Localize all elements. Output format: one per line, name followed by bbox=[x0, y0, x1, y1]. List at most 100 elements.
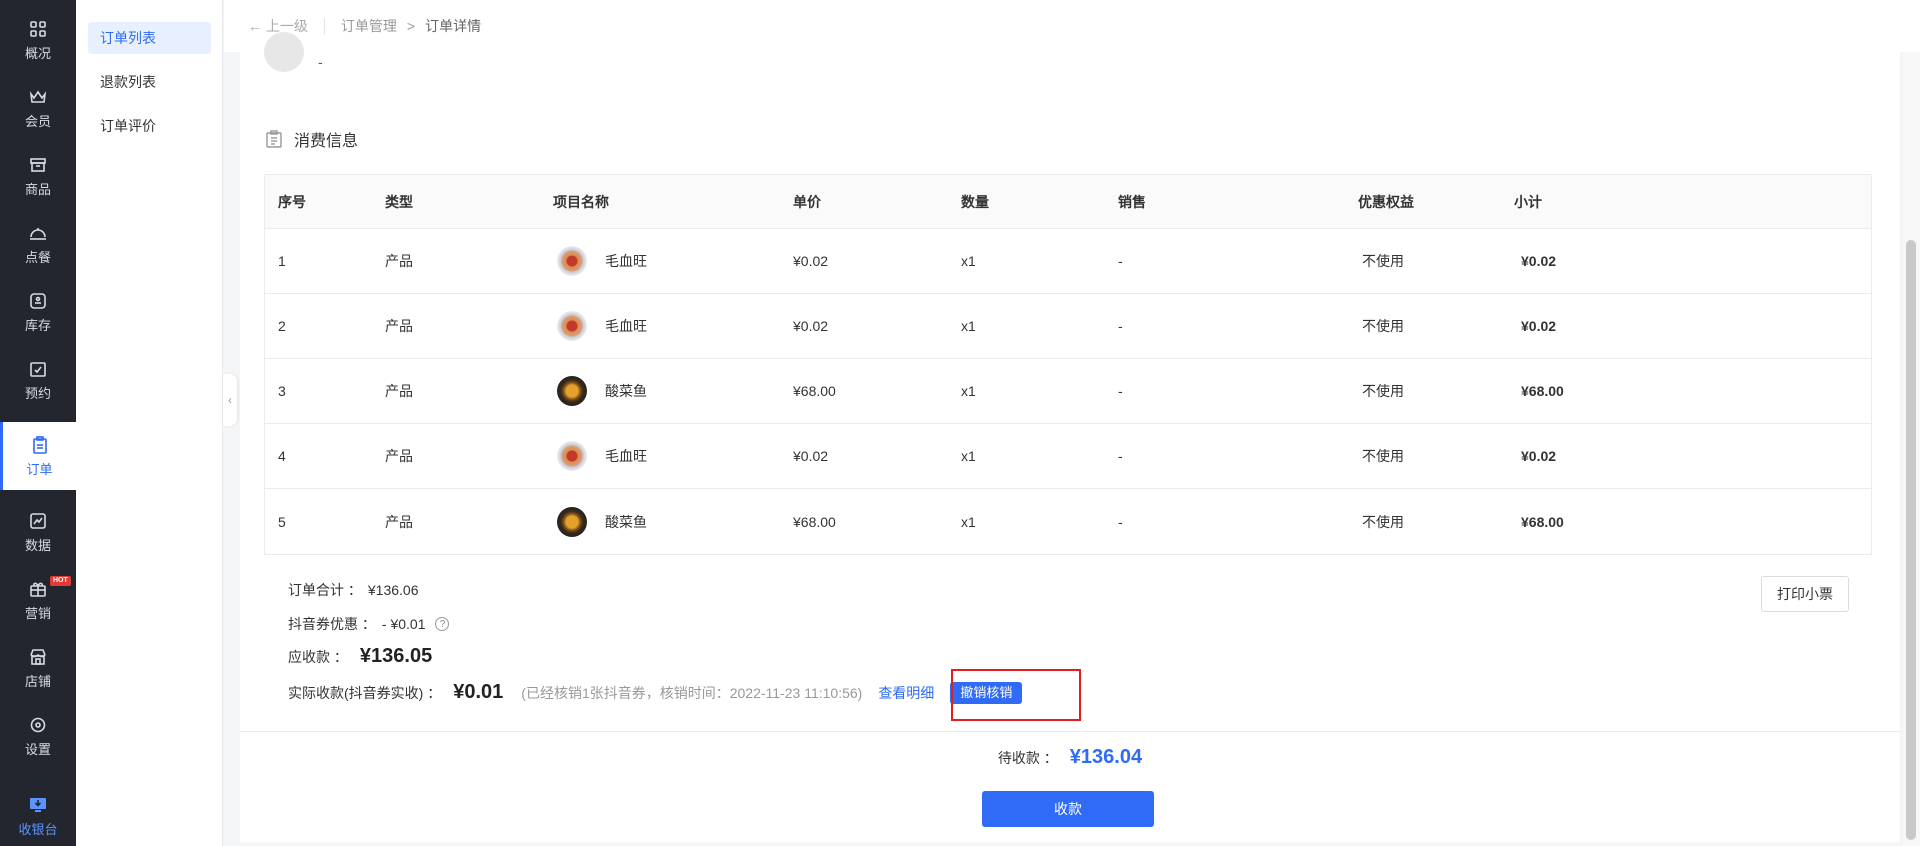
nav-label: 订单 bbox=[26, 461, 53, 477]
header-subtotal: 小计 bbox=[1514, 193, 1542, 210]
nav-item-settings[interactable]: 设置 bbox=[0, 702, 76, 770]
table-row: 1 产品 毛血旺 ¥0.02 x1 - 不使用 ¥0.02 bbox=[265, 229, 1871, 294]
header-qty: 数量 bbox=[961, 193, 989, 210]
nav-item-booking[interactable]: 预约 bbox=[0, 346, 76, 414]
cell-price: ¥68.00 bbox=[793, 383, 836, 399]
receivable-line: 应收款 ： ¥136.05 bbox=[288, 645, 432, 668]
nav-label: 收银台 bbox=[18, 821, 58, 837]
help-icon[interactable]: ? bbox=[435, 617, 450, 631]
view-detail-link[interactable]: 查看明细 bbox=[878, 683, 934, 703]
cell-sales: - bbox=[1118, 253, 1123, 269]
nav-label: 店铺 bbox=[24, 673, 51, 689]
dish-name: 毛血旺 bbox=[605, 448, 647, 464]
header-benefit: 优惠权益 bbox=[1358, 193, 1414, 210]
dish-name: 毛血旺 bbox=[605, 253, 647, 269]
nav-label: 设置 bbox=[24, 741, 51, 757]
collapse-sidebar-button[interactable]: ‹ bbox=[223, 374, 237, 426]
cell-benefit: 不使用 bbox=[1362, 513, 1404, 530]
receivable-value: ¥136.05 bbox=[359, 645, 433, 667]
cell-subtotal: ¥0.02 bbox=[1521, 318, 1557, 334]
nav-label: 数据 bbox=[24, 537, 51, 553]
cell-no: 2 bbox=[278, 318, 286, 334]
order-total-line: 订单合计 ： ¥136.06 bbox=[288, 580, 419, 600]
cell-name: 毛血旺 bbox=[553, 246, 793, 276]
douyin-discount-line: 抖音券优惠 ： - ¥0.01 ? bbox=[288, 614, 450, 634]
nav-label: 点餐 bbox=[24, 249, 51, 265]
pending-label: 待收款 ： bbox=[997, 749, 1058, 766]
nav-item-cashier[interactable]: 收银台 bbox=[0, 782, 76, 846]
header-name: 项目名称 bbox=[553, 193, 609, 210]
table-header: 序号 类型 项目名称 单价 数量 销售 优惠权益 小计 bbox=[265, 175, 1871, 229]
divider bbox=[240, 731, 1900, 732]
gift-icon bbox=[28, 579, 48, 599]
cell-sales: - bbox=[1118, 318, 1123, 334]
collect-payment-button[interactable]: 收款 bbox=[982, 791, 1154, 827]
dish-name: 酸菜鱼 bbox=[605, 383, 647, 399]
table-row: 2 产品 毛血旺 ¥0.02 x1 - 不使用 ¥0.02 bbox=[265, 294, 1871, 359]
header-sales: 销售 bbox=[1118, 193, 1146, 210]
cell-subtotal: ¥0.02 bbox=[1521, 448, 1557, 464]
cell-no: 3 bbox=[278, 383, 286, 399]
cell-qty: x1 bbox=[961, 253, 976, 269]
section-title: 消费信息 bbox=[266, 127, 358, 151]
crown-icon bbox=[28, 87, 48, 107]
shop-icon bbox=[28, 647, 48, 667]
chevron-left-icon: ‹ bbox=[228, 393, 232, 407]
chart-icon bbox=[28, 511, 48, 531]
cell-price: ¥0.02 bbox=[793, 253, 829, 269]
submenu-refund-list[interactable]: 退款列表 bbox=[88, 66, 211, 98]
submenu-order-review[interactable]: 订单评价 bbox=[88, 110, 211, 142]
calendar-check-icon bbox=[28, 359, 48, 379]
submenu-order-list[interactable]: 订单列表 bbox=[88, 22, 211, 54]
pending-amount-line: 待收款 ： ¥136.04 bbox=[240, 746, 1900, 769]
cell-benefit: 不使用 bbox=[1362, 318, 1404, 334]
cell-price: ¥0.02 bbox=[793, 448, 829, 464]
cell-no: 1 bbox=[278, 253, 286, 269]
dish-image bbox=[557, 441, 587, 471]
cell-type: 产品 bbox=[385, 318, 413, 334]
nav-item-inventory[interactable]: 库存 bbox=[0, 278, 76, 346]
breadcrumb-divider bbox=[323, 18, 325, 34]
cell-benefit: 不使用 bbox=[1362, 383, 1404, 399]
nav-item-overview[interactable]: 概况 bbox=[0, 6, 76, 74]
breadcrumb-parent[interactable]: 订单管理 bbox=[341, 16, 397, 36]
nav-item-ordering[interactable]: 点餐 bbox=[0, 210, 76, 278]
customer-name: - bbox=[318, 54, 323, 70]
avatar bbox=[264, 32, 304, 72]
hot-badge: HOT bbox=[50, 576, 71, 586]
dish-image bbox=[557, 506, 587, 537]
cell-sales: - bbox=[1118, 383, 1123, 399]
scrollbar-thumb[interactable] bbox=[1906, 240, 1916, 840]
nav-item-shop[interactable]: 店铺 bbox=[0, 634, 76, 702]
cell-no: 5 bbox=[278, 513, 286, 530]
print-receipt-button[interactable]: 打印小票 bbox=[1761, 576, 1849, 612]
verification-note: (已经核销1张抖音券，核销时间：2022-11-23 11:10:56) bbox=[521, 684, 863, 701]
cell-qty: x1 bbox=[961, 448, 976, 464]
cell-no: 4 bbox=[278, 448, 286, 464]
nav-item-goods[interactable]: 商品 bbox=[0, 142, 76, 210]
order-total-value: ¥136.06 bbox=[367, 582, 419, 598]
cell-name: 毛血旺 bbox=[553, 311, 793, 341]
cell-qty: x1 bbox=[961, 318, 976, 334]
nav-item-marketing[interactable]: HOT 营销 bbox=[0, 566, 76, 634]
nav-item-data[interactable]: 数据 bbox=[0, 498, 76, 566]
cell-name: 酸菜鱼 bbox=[553, 506, 793, 537]
cloche-icon bbox=[28, 223, 48, 243]
header-type: 类型 bbox=[385, 193, 413, 210]
highlight-box bbox=[951, 669, 1081, 721]
cell-subtotal: ¥68.00 bbox=[1521, 513, 1564, 530]
table-row: 3 产品 酸菜鱼 ¥68.00 x1 - 不使用 ¥68.00 bbox=[265, 359, 1871, 424]
douyin-discount-value: - ¥0.01 bbox=[381, 616, 426, 632]
actual-received-value: ¥0.01 bbox=[453, 681, 504, 703]
nav-item-member[interactable]: 会员 bbox=[0, 74, 76, 142]
store-box-icon bbox=[28, 155, 48, 175]
main-nav: 概况 会员 商品 点餐 库存 预约 订单 数据 HOT 营销 店铺 设置 收银台 bbox=[0, 0, 76, 846]
cell-subtotal: ¥0.02 bbox=[1521, 253, 1557, 269]
receivable-label: 应收款 ： bbox=[288, 648, 348, 665]
cell-benefit: 不使用 bbox=[1362, 253, 1404, 269]
header-price: 单价 bbox=[793, 193, 821, 210]
cell-type: 产品 bbox=[385, 383, 413, 399]
nav-item-order[interactable]: 订单 bbox=[0, 422, 76, 490]
actual-received-line: 实际收款(抖音券实收) ： ¥0.01 (已经核销1张抖音券，核销时间：2022… bbox=[288, 681, 1023, 704]
cell-price: ¥68.00 bbox=[793, 513, 836, 530]
